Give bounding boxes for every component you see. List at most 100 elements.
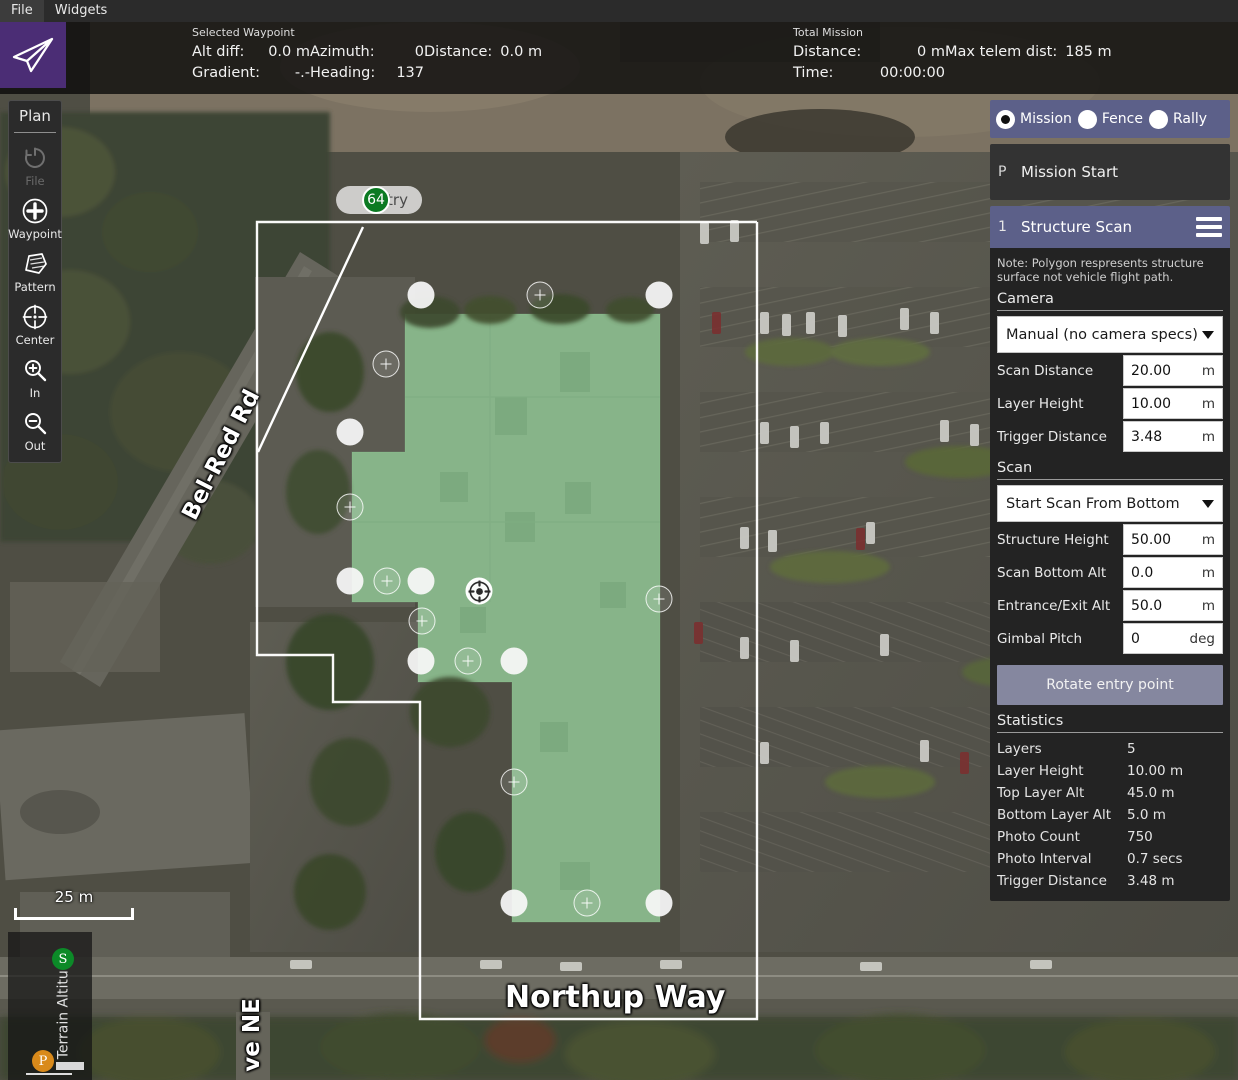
mission-start-index: P xyxy=(998,164,1008,180)
structure-height-label: Structure Height xyxy=(997,524,1123,555)
radio-fence-label: Fence xyxy=(1102,111,1143,127)
statistics-section-divider xyxy=(997,732,1223,733)
toolbar-item-file-label: File xyxy=(25,174,44,188)
toolbar-item-waypoint-label: Waypoint xyxy=(8,227,62,241)
radio-rally[interactable]: Rally xyxy=(1149,110,1207,129)
menu-item-file[interactable]: File xyxy=(0,0,44,22)
polygon-vertex-handle[interactable] xyxy=(501,890,528,917)
plan-toolbar: Plan File Waypoint xyxy=(8,100,62,463)
menu-bar: File Widgets xyxy=(0,0,1238,22)
terrain-profile-bar xyxy=(56,1062,84,1070)
alt-diff-value: 0.0 m xyxy=(268,42,310,63)
scan-section-title: Scan xyxy=(997,460,1223,476)
structure-height-input[interactable]: 50.00 m xyxy=(1123,524,1223,555)
polygon-vertex-handle[interactable] xyxy=(337,568,364,595)
map-scale-label: 25 m xyxy=(14,888,134,906)
toolbar-item-file[interactable]: File xyxy=(9,138,61,191)
scan-bottom-alt-value: 0.0 xyxy=(1131,565,1202,581)
polygon-midpoint-handle[interactable] xyxy=(527,282,554,309)
selected-waypoint-title: Selected Waypoint xyxy=(192,26,542,39)
selected-waypoint-stats: Selected Waypoint Alt diff: 0.0 m Azimut… xyxy=(192,26,542,84)
total-mission-title: Total Mission xyxy=(793,26,1112,39)
polygon-midpoint-handle[interactable] xyxy=(646,586,673,613)
toolbar-item-center-label: Center xyxy=(16,333,55,347)
entry-waypoint-marker[interactable]: Entry 64 xyxy=(362,186,422,214)
mission-time-value: 00:00:00 xyxy=(880,63,945,84)
entrance-exit-alt-unit: m xyxy=(1202,598,1215,614)
polygon-midpoint-handle[interactable] xyxy=(337,494,364,521)
trigger-distance-label: Trigger Distance xyxy=(997,421,1123,452)
scan-distance-unit: m xyxy=(1202,363,1215,379)
toolbar-item-center[interactable]: Center xyxy=(9,297,61,350)
scan-direction-select[interactable]: Start Scan From Bottom xyxy=(997,485,1223,522)
trigger-distance-input[interactable]: 3.48 m xyxy=(1123,421,1223,452)
scan-distance-input[interactable]: 20.00 m xyxy=(1123,355,1223,386)
crosshair-icon xyxy=(20,302,50,332)
polygon-vertex-handle[interactable] xyxy=(337,419,364,446)
scan-direction-value: Start Scan From Bottom xyxy=(1006,496,1202,512)
max-telem-dist-label: Max telem dist: xyxy=(945,42,1057,63)
field-scan-distance: Scan Distance 20.00 m xyxy=(997,355,1223,386)
toolbar-item-pattern-label: Pattern xyxy=(14,280,55,294)
polygon-midpoint-handle[interactable] xyxy=(501,769,528,796)
distance-value: 0.0 m xyxy=(500,42,542,63)
structure-scan-header[interactable]: 1 Structure Scan xyxy=(990,206,1230,248)
polygon-midpoint-handle[interactable] xyxy=(374,568,401,595)
layer-height-input[interactable]: 10.00 m xyxy=(1123,388,1223,419)
mission-time-label: Time: xyxy=(793,63,833,84)
polygon-midpoint-handle[interactable] xyxy=(373,351,400,378)
toolbar-item-pattern[interactable]: Pattern xyxy=(9,244,61,297)
polygon-vertex-handle[interactable] xyxy=(646,282,673,309)
stat-top-layer-alt-value: 45.0 m xyxy=(1127,782,1175,804)
menu-item-widgets[interactable]: Widgets xyxy=(44,0,119,22)
rotate-entry-point-button[interactable]: Rotate entry point xyxy=(997,665,1223,705)
toolbar-item-zoom-out-label: Out xyxy=(25,439,46,453)
alt-diff-label: Alt diff: xyxy=(192,42,244,63)
entrance-exit-alt-value: 50.0 xyxy=(1131,598,1202,614)
radio-fence[interactable]: Fence xyxy=(1078,110,1143,129)
scan-section-divider xyxy=(997,479,1223,480)
radio-fence-dot xyxy=(1078,110,1097,129)
camera-select[interactable]: Manual (no camera specs) xyxy=(997,316,1223,353)
total-mission-stats: Total Mission Distance: 0 m Max telem di… xyxy=(793,26,1112,84)
toolbar-item-waypoint[interactable]: Waypoint xyxy=(9,191,61,244)
scan-bottom-alt-input[interactable]: 0.0 m xyxy=(1123,557,1223,588)
terrain-end-marker: P xyxy=(32,1050,54,1072)
plus-circle-icon xyxy=(20,196,50,226)
radio-mission[interactable]: Mission xyxy=(996,110,1072,129)
polygon-vertex-handle[interactable] xyxy=(408,568,435,595)
mission-start-item[interactable]: P Mission Start xyxy=(990,144,1230,200)
structure-scan-label: Structure Scan xyxy=(1021,218,1183,236)
hamburger-menu-icon[interactable] xyxy=(1196,217,1222,237)
field-gimbal-pitch: Gimbal Pitch 0 deg xyxy=(997,623,1223,654)
polygon-icon xyxy=(20,249,50,279)
qgc-logo-button[interactable] xyxy=(0,22,66,88)
gradient-label: Gradient: xyxy=(192,63,260,84)
plan-editor-panel: Mission Fence Rally P Mission Start 1 St… xyxy=(990,100,1230,901)
polygon-vertex-handle[interactable] xyxy=(408,282,435,309)
layer-height-label: Layer Height xyxy=(997,388,1123,419)
entrance-exit-alt-input[interactable]: 50.0 m xyxy=(1123,590,1223,621)
toolbar-item-zoom-out[interactable]: Out xyxy=(9,403,61,456)
distance-label: Distance: xyxy=(424,42,492,63)
chevron-down-icon xyxy=(1202,500,1214,508)
toolbar-item-zoom-in[interactable]: In xyxy=(9,350,61,403)
terrain-baseline xyxy=(26,1073,72,1075)
structure-height-unit: m xyxy=(1202,532,1215,548)
status-bar: Selected Waypoint Alt diff: 0.0 m Azimut… xyxy=(0,22,1238,94)
polygon-midpoint-handle[interactable] xyxy=(409,608,436,635)
terrain-altitude-widget[interactable]: Terrain Altitude S P xyxy=(8,932,92,1080)
polygon-midpoint-handle[interactable] xyxy=(574,890,601,917)
stat-layers-value: 5 xyxy=(1127,738,1136,760)
gradient-value: -.- xyxy=(295,63,310,84)
plan-toolbar-title: Plan xyxy=(14,101,56,133)
polygon-vertex-handle[interactable] xyxy=(408,648,435,675)
polygon-drag-center-icon[interactable] xyxy=(466,578,493,605)
field-structure-height: Structure Height 50.00 m xyxy=(997,524,1223,555)
gimbal-pitch-input[interactable]: 0 deg xyxy=(1123,623,1223,654)
mission-distance-value: 0 m xyxy=(917,42,945,63)
polygon-vertex-handle[interactable] xyxy=(646,890,673,917)
heading-value: 137 xyxy=(396,63,424,84)
polygon-midpoint-handle[interactable] xyxy=(455,648,482,675)
polygon-vertex-handle[interactable] xyxy=(501,648,528,675)
